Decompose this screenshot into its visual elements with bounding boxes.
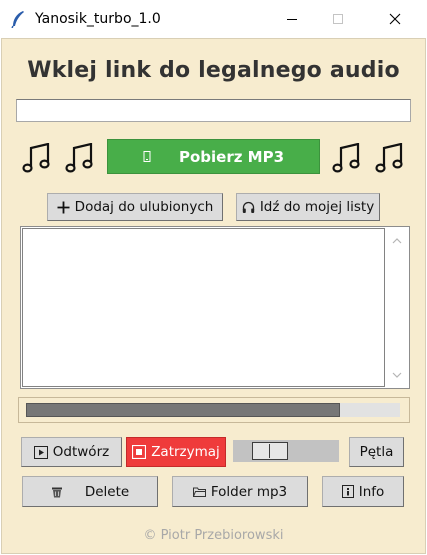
maximize-button[interactable] xyxy=(315,0,361,38)
minimize-button[interactable] xyxy=(269,0,315,38)
maximize-icon xyxy=(333,14,343,24)
loop-label: Pętla xyxy=(359,444,394,460)
loop-button[interactable]: Pętla xyxy=(349,437,404,467)
folder-icon xyxy=(192,486,206,497)
song-list[interactable] xyxy=(20,226,410,389)
feather-icon xyxy=(10,10,26,29)
music-note-icon xyxy=(332,142,362,175)
info-button[interactable]: Info xyxy=(322,476,404,507)
download-progress xyxy=(18,397,410,423)
music-note-icon xyxy=(65,142,95,175)
progress-fill xyxy=(26,403,341,417)
song-list-scrollbar[interactable] xyxy=(387,227,409,388)
scroll-up-icon[interactable] xyxy=(392,231,402,249)
play-label: Odtwórz xyxy=(52,444,110,460)
info-label: Info xyxy=(358,483,385,500)
volume-slider-handle[interactable] xyxy=(252,442,288,460)
link-input[interactable] xyxy=(16,99,411,122)
add-favorite-button[interactable]: Dodaj do ulubionych xyxy=(47,193,223,221)
window-title: Yanosik_turbo_1.0 xyxy=(35,11,161,27)
progress-track xyxy=(26,403,400,417)
go-to-list-button[interactable]: Idź do mojej listy xyxy=(236,193,380,221)
scroll-down-icon[interactable] xyxy=(392,366,402,384)
add-favorite-label: Dodaj do ulubionych xyxy=(74,199,214,215)
go-to-list-label: Idź do mojej listy xyxy=(259,199,375,215)
stop-button[interactable]: Zatrzymaj xyxy=(126,437,226,467)
music-note-icon xyxy=(375,142,405,175)
song-list-area[interactable] xyxy=(22,228,385,387)
play-button[interactable]: Odtwórz xyxy=(21,437,122,467)
info-icon xyxy=(341,485,354,498)
close-button[interactable] xyxy=(372,0,418,38)
trash-icon xyxy=(51,486,63,498)
headphones-icon xyxy=(242,201,255,214)
minimize-icon xyxy=(287,19,297,20)
delete-label: Delete xyxy=(84,483,130,500)
download-mp3-button[interactable]: Pobierz MP3 xyxy=(107,139,320,174)
volume-slider[interactable] xyxy=(233,440,339,462)
stop-icon xyxy=(132,445,147,459)
folder-mp3-button[interactable]: Folder mp3 xyxy=(172,476,308,507)
credit-text: © Piotr Przebiorowski xyxy=(143,528,284,543)
music-note-icon xyxy=(22,142,52,175)
phone-icon xyxy=(143,148,151,166)
folder-mp3-label: Folder mp3 xyxy=(210,483,288,500)
stop-label: Zatrzymaj xyxy=(151,444,220,460)
plus-icon xyxy=(57,201,70,214)
close-icon xyxy=(389,13,401,25)
download-mp3-label: Pobierz MP3 xyxy=(178,147,285,166)
delete-button[interactable]: Delete xyxy=(22,476,158,507)
title-bar: Yanosik_turbo_1.0 xyxy=(0,0,427,38)
page-title: Wklej link do legalnego audio xyxy=(27,58,400,83)
play-icon xyxy=(33,445,48,459)
